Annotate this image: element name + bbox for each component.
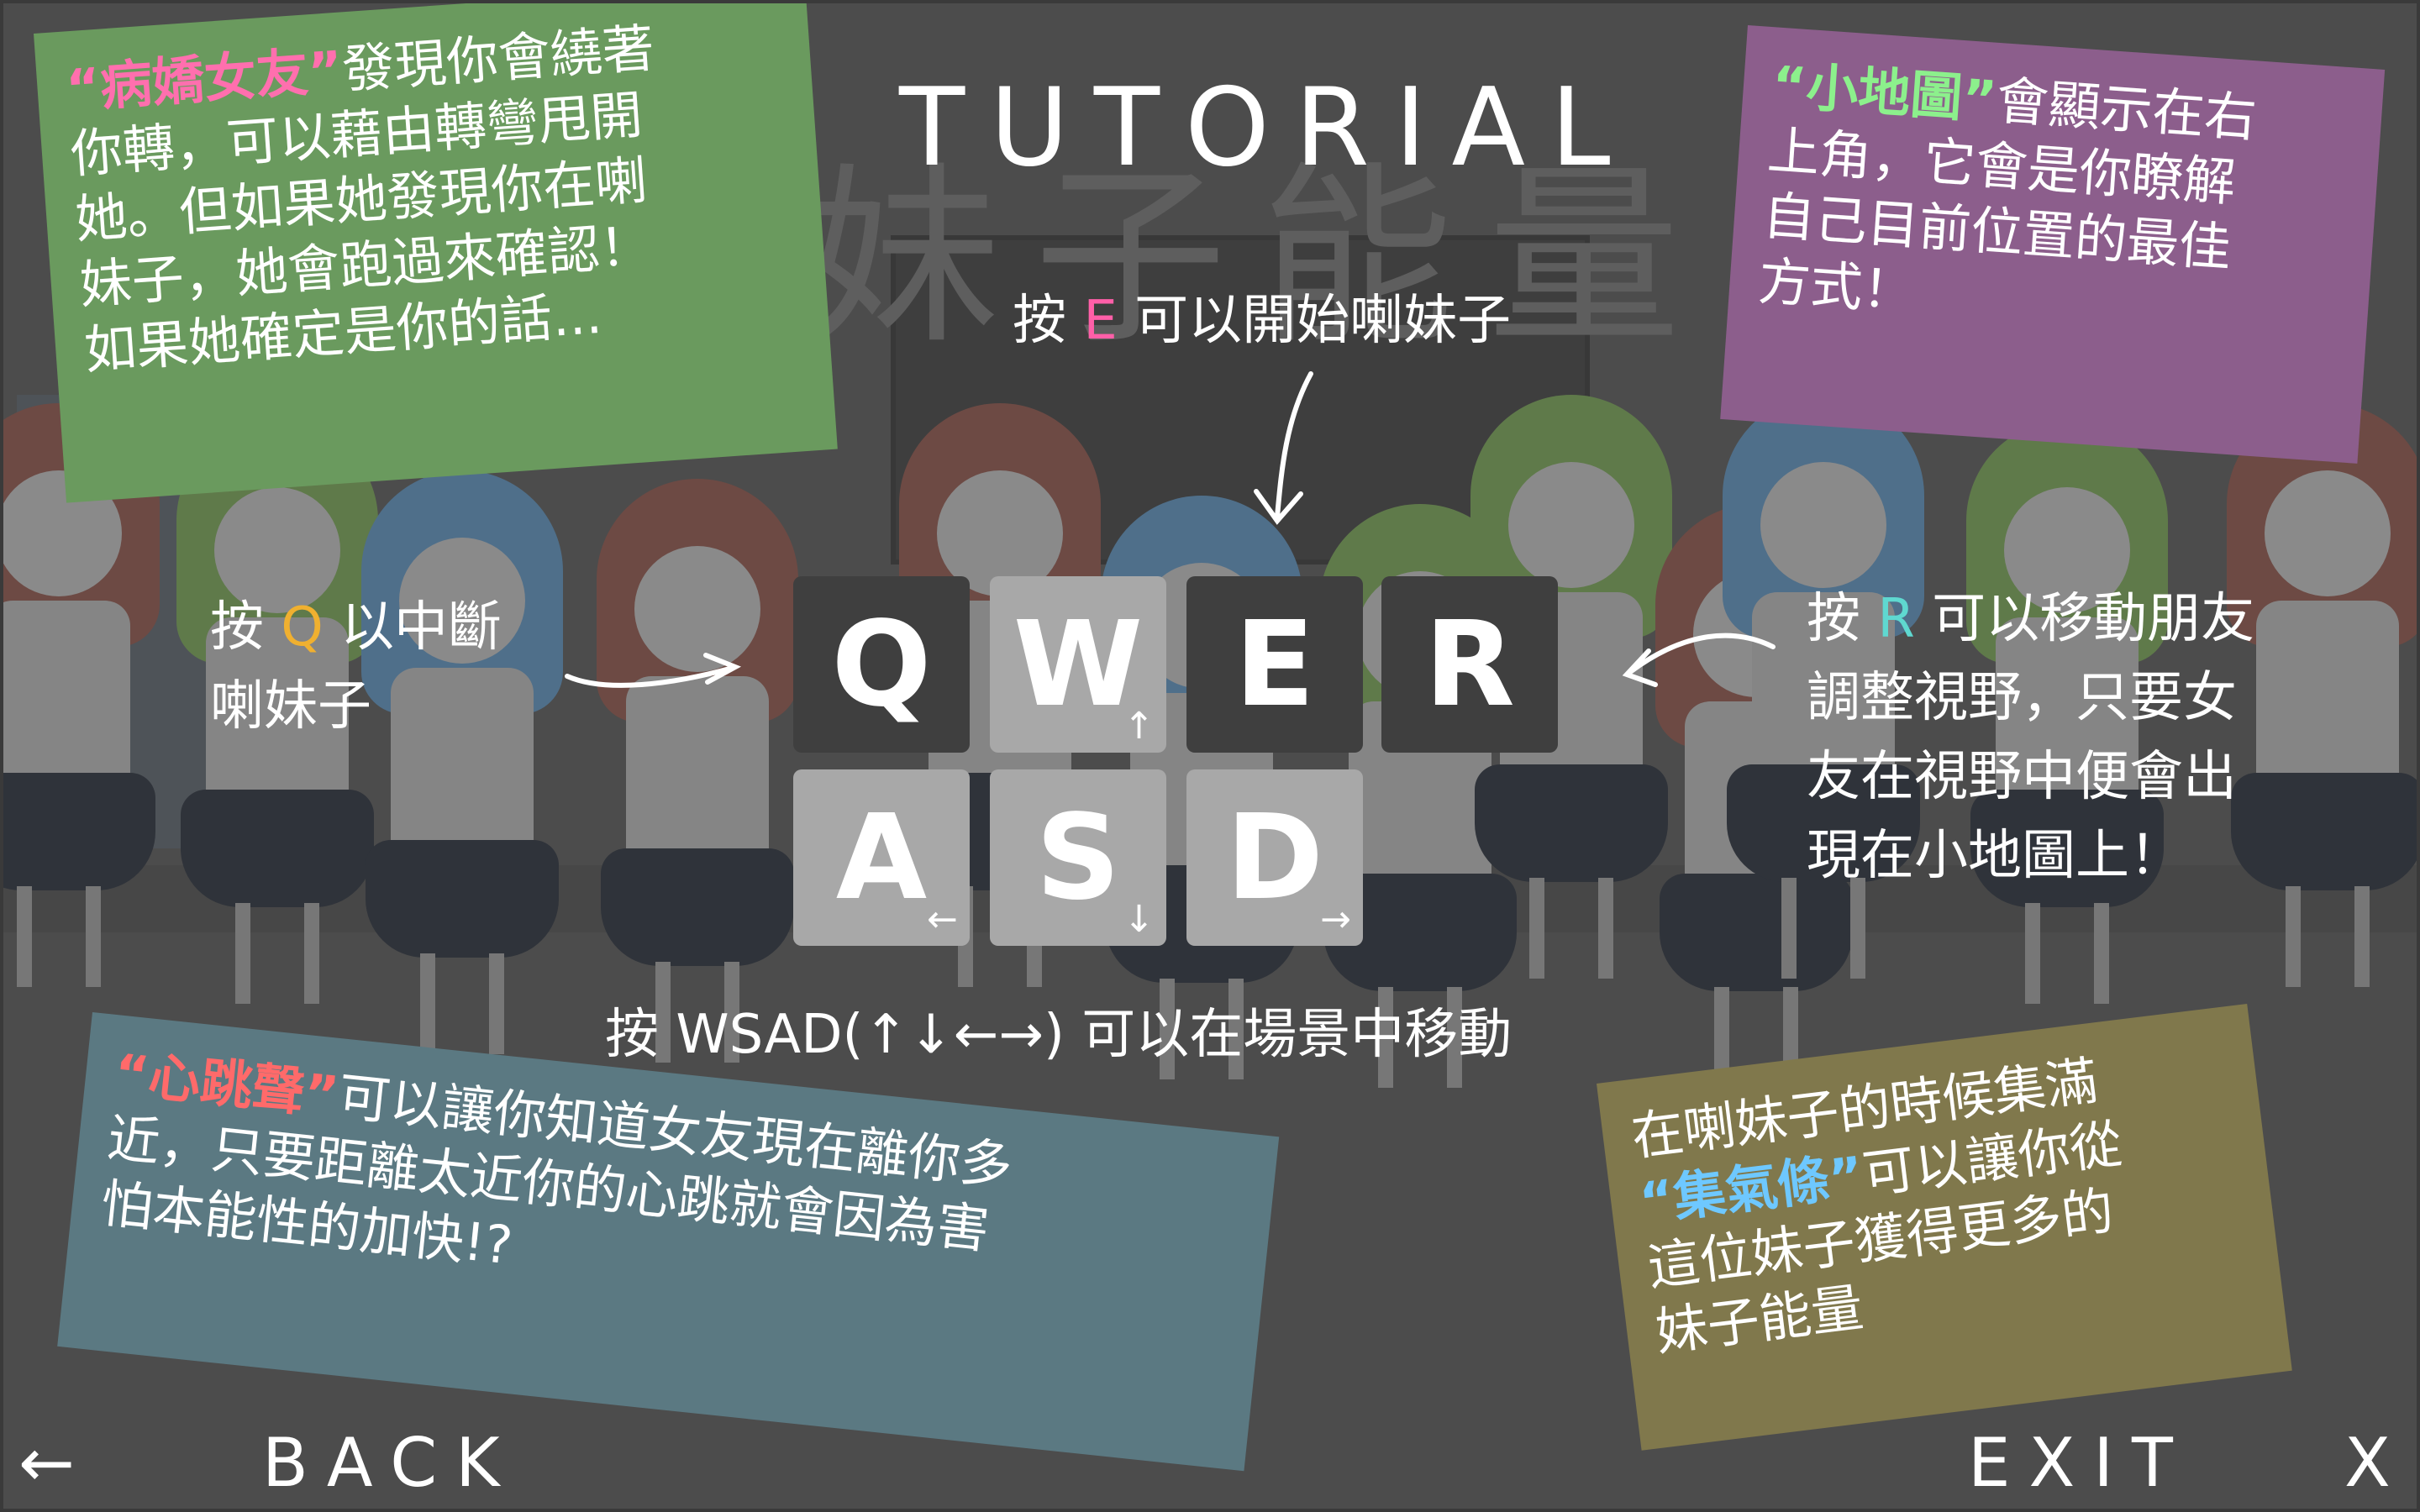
arrow-to-r xyxy=(1622,633,1776,687)
back-button[interactable]: BACK xyxy=(262,1424,518,1502)
arrow-to-q xyxy=(565,653,742,688)
exit-button[interactable]: EXIT xyxy=(1968,1424,2191,1502)
pointer-arrows xyxy=(565,371,1776,688)
arrow-to-e xyxy=(1254,371,1313,525)
back-arrow-icon[interactable]: ← xyxy=(18,1424,93,1502)
close-icon[interactable]: X xyxy=(2344,1424,2409,1502)
